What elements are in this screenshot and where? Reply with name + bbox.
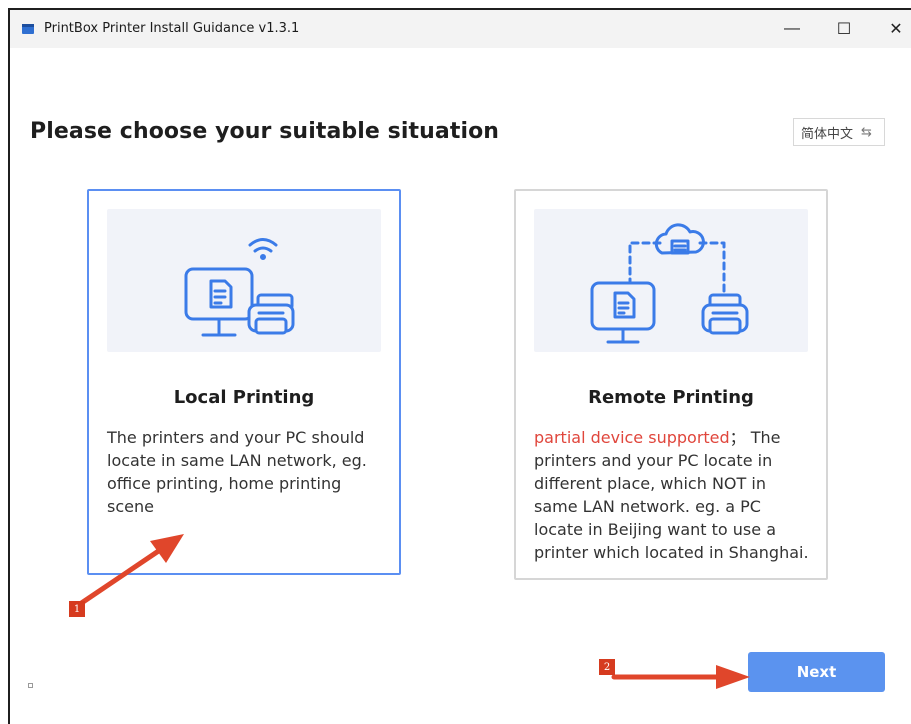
title-bar: PrintBox Printer Install Guidance v1.3.1…	[10, 10, 911, 48]
remote-printing-illustration	[534, 209, 808, 352]
remote-printing-icon	[590, 223, 749, 344]
language-label: 简体中文	[801, 126, 854, 142]
local-printing-description: The printers and your PC should locate i…	[107, 428, 367, 516]
status-indicator	[28, 683, 33, 688]
remote-printing-title: Remote Printing	[588, 387, 754, 408]
minimize-button[interactable]: —	[770, 16, 814, 42]
local-printing-icon	[184, 238, 295, 337]
window-title: PrintBox Printer Install Guidance v1.3.1	[44, 21, 300, 36]
annotation-badge-2: 2	[599, 659, 615, 675]
next-button[interactable]: Next	[748, 652, 885, 692]
local-printing-illustration	[107, 209, 381, 352]
partial-support-warning: partial device supported	[534, 428, 730, 447]
app-icon	[22, 24, 34, 34]
remote-printing-description-text: ； The printers and your PC locate in dif…	[534, 428, 809, 562]
language-switcher[interactable]: 简体中文 ⇆	[793, 118, 885, 146]
page-heading: Please choose your suitable situation	[30, 119, 500, 144]
maximize-button[interactable]: ☐	[822, 16, 866, 42]
option-card-local-printing[interactable]: Local Printing The printers and your PC …	[87, 189, 401, 575]
remote-printing-description: partial device supported； The printers a…	[534, 426, 814, 564]
swap-arrows-icon: ⇆	[861, 124, 872, 140]
close-button[interactable]: ✕	[874, 16, 911, 42]
local-printing-title: Local Printing	[173, 387, 315, 408]
option-card-remote-printing[interactable]: Remote Printing partial device supported…	[514, 189, 828, 580]
annotation-badge-1: 1	[69, 601, 85, 617]
